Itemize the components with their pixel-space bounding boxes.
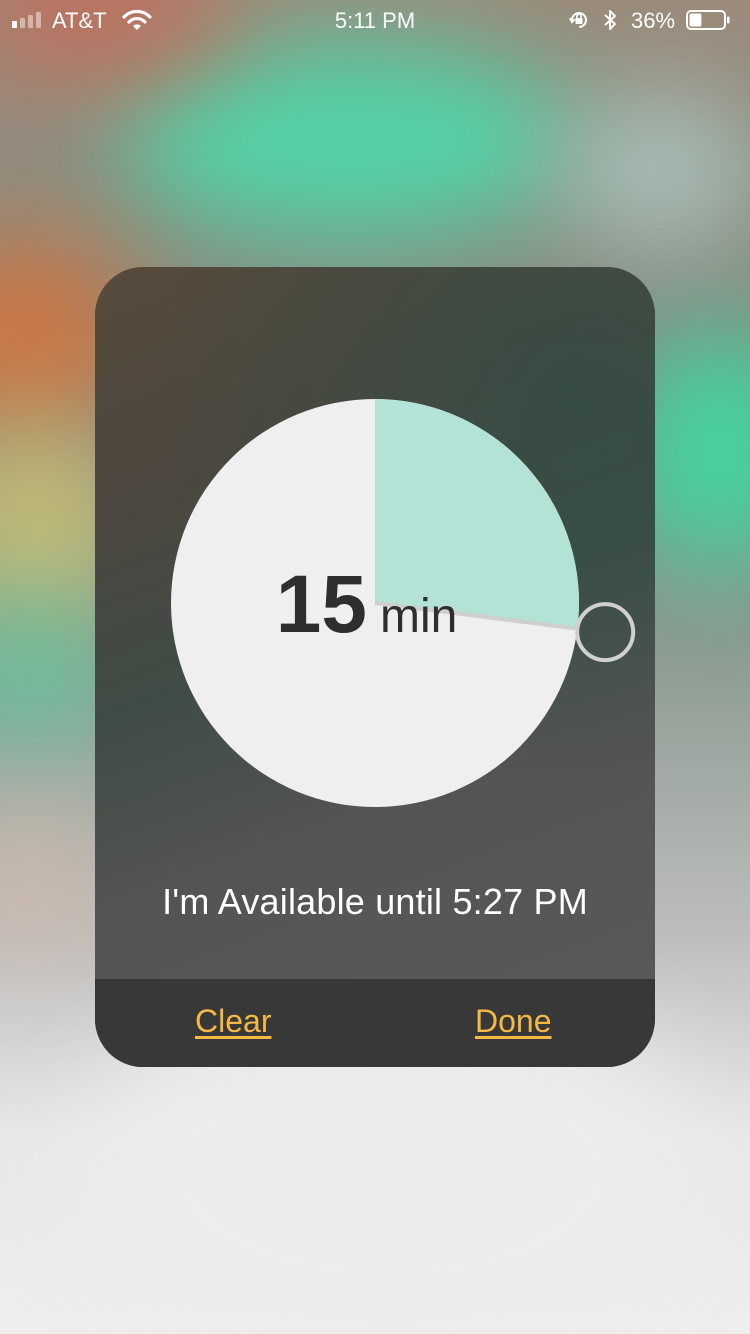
timer-value: 15 [276, 559, 367, 650]
battery-icon [686, 10, 730, 30]
timer-dial[interactable]: 15 min [95, 267, 655, 979]
availability-status: I'm Available until 5:27 PM [162, 881, 588, 922]
clear-button[interactable]: Clear [195, 1003, 271, 1040]
done-button[interactable]: Done [475, 1003, 552, 1040]
bluetooth-icon [604, 10, 616, 30]
timer-unit: min [380, 590, 457, 643]
orientation-lock-icon [569, 12, 587, 28]
status-bar: AT&T 5:11 PM 36% [0, 0, 750, 40]
drag-handle[interactable] [575, 602, 636, 663]
card-actions: Clear Done [95, 979, 655, 1067]
availability-timer-card: 15 min I'm Available until 5:27 PM Clear… [95, 267, 655, 1067]
battery-percentage: 36% [631, 8, 676, 33]
